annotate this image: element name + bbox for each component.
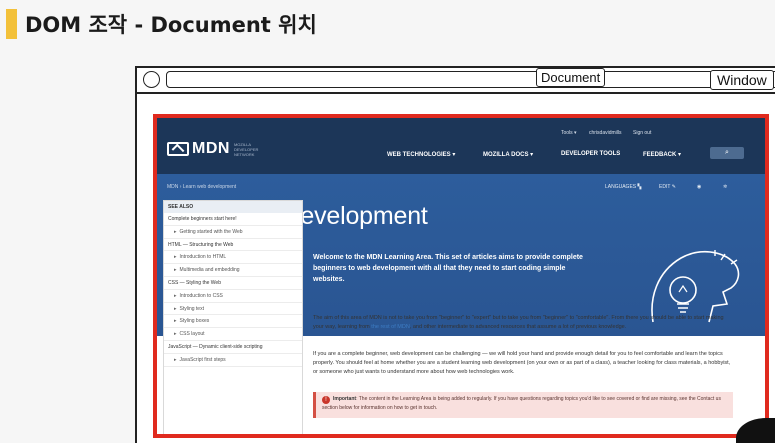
watch-icon[interactable]: ◉	[697, 184, 701, 190]
nav-developer-tools[interactable]: DEVELOPER TOOLS	[561, 151, 620, 157]
sidebar-item[interactable]: Getting started with the Web	[164, 226, 302, 239]
languages-icon: ▚	[637, 184, 642, 190]
window-label: Window	[710, 70, 774, 90]
nav-mozilla-docs[interactable]: MOZILLA DOCS ▾	[483, 151, 533, 158]
paragraph-beginner: If you are a complete beginner, web deve…	[313, 351, 731, 375]
sidebar-item[interactable]: Styling text	[164, 303, 302, 316]
title-accent-bar	[6, 9, 17, 39]
intro-text: Welcome to the MDN Learning Area. This s…	[313, 254, 583, 283]
user-link[interactable]: chrisdavidmills	[589, 130, 622, 136]
document-label: Document	[536, 68, 606, 87]
pencil-icon: ✎	[671, 184, 676, 190]
document-frame: MDN MOZILLA DEVELOPER NETWORK Tools ▾ ch…	[153, 114, 769, 438]
sidebar-item[interactable]: Complete beginners start here!	[164, 213, 302, 226]
note-label: Important	[333, 396, 357, 402]
mdn-logo-icon	[167, 142, 189, 156]
languages-label: LANGUAGES	[605, 184, 637, 190]
rest-of-mdn-link[interactable]: the rest of MDN	[371, 324, 410, 330]
mdn-logo[interactable]: MDN MOZILLA DEVELOPER NETWORK	[167, 140, 270, 158]
browser-window-diagram: Window MDN MOZILLA DEVELOPER NETWORK Too…	[135, 66, 775, 443]
paragraph-aim: The aim of this area of MDN is not to ta…	[313, 314, 733, 332]
alert-icon: !	[322, 396, 330, 404]
sidebar-item[interactable]: CSS layout	[164, 328, 302, 341]
sidebar-item[interactable]: HTML — Structuring the Web	[164, 239, 302, 252]
sidebar-item[interactable]: JavaScript first steps	[164, 354, 302, 367]
edit-label: EDIT	[659, 184, 671, 190]
slide-title-text: DOM 조작 - Document 위치	[25, 13, 317, 37]
tools-menu[interactable]: Tools ▾	[561, 130, 577, 136]
window-button-icon	[143, 71, 160, 88]
sidebar-item[interactable]: Styling boxes	[164, 315, 302, 329]
search-button[interactable]: ⌕	[710, 147, 744, 159]
nav-web-technologies[interactable]: WEB TECHNOLOGIES ▾	[387, 151, 455, 158]
window-title-bar: Window	[137, 68, 775, 94]
important-note: ! Important: The content in the Learning …	[313, 392, 733, 418]
sidebar-item[interactable]: Introduction to HTML	[164, 251, 302, 265]
languages-button[interactable]: LANGUAGES ▚	[605, 184, 641, 190]
search-icon: ⌕	[725, 149, 729, 156]
breadcrumb[interactable]: MDN › Learn web development	[167, 184, 236, 190]
mdn-header: MDN MOZILLA DEVELOPER NETWORK Tools ▾ ch…	[157, 118, 765, 174]
gear-icon[interactable]: ✲	[723, 184, 727, 190]
mdn-logo-text: MDN	[192, 140, 230, 157]
sidebar-item[interactable]: CSS — Styling the Web	[164, 277, 302, 290]
edit-button[interactable]: EDIT ✎	[659, 184, 676, 190]
note-text: : The content in the Learning Area is be…	[322, 396, 721, 411]
address-bar	[166, 71, 775, 88]
mdn-logo-subtitle: MOZILLA DEVELOPER NETWORK	[233, 141, 259, 157]
slide-title: DOM 조작 - Document 위치	[6, 8, 317, 40]
sidebar: SEE ALSO Complete beginners start here! …	[163, 200, 303, 434]
sidebar-item[interactable]: Multimedia and embedding	[164, 264, 302, 277]
paragraph-aim-text-b: , and other intermediate to advanced res…	[409, 324, 627, 330]
sidebar-heading: SEE ALSO	[164, 201, 302, 213]
sidebar-item[interactable]: Introduction to CSS	[164, 290, 302, 303]
nav-feedback[interactable]: FEEDBACK ▾	[643, 151, 681, 158]
sidebar-item[interactable]: JavaScript — Dynamic client-side scripti…	[164, 341, 302, 354]
signout-link[interactable]: Sign out	[633, 130, 651, 136]
